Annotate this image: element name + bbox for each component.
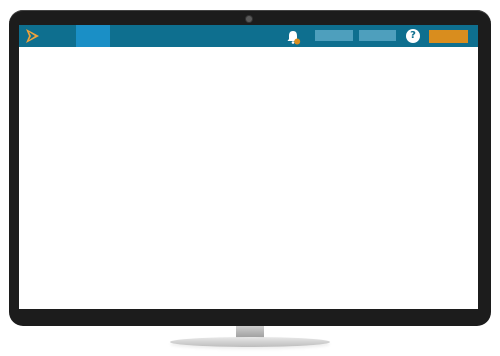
- monitor-chin: [19, 309, 478, 320]
- monitor-mockup: ?: [0, 0, 500, 356]
- app-screen: ?: [19, 25, 478, 309]
- main-content-area: [19, 47, 478, 309]
- app-top-navigation-bar: ?: [19, 25, 478, 47]
- bell-icon[interactable]: [285, 29, 301, 45]
- brand-chevron-logo[interactable]: [25, 28, 41, 44]
- help-icon[interactable]: ?: [406, 29, 420, 43]
- monitor-stand-base: [170, 337, 330, 347]
- webcam-icon: [246, 16, 252, 22]
- toolbar-button-1[interactable]: [315, 30, 353, 41]
- active-nav-tab[interactable]: [76, 25, 110, 47]
- primary-action-button[interactable]: [429, 30, 468, 43]
- toolbar-button-2[interactable]: [359, 30, 396, 41]
